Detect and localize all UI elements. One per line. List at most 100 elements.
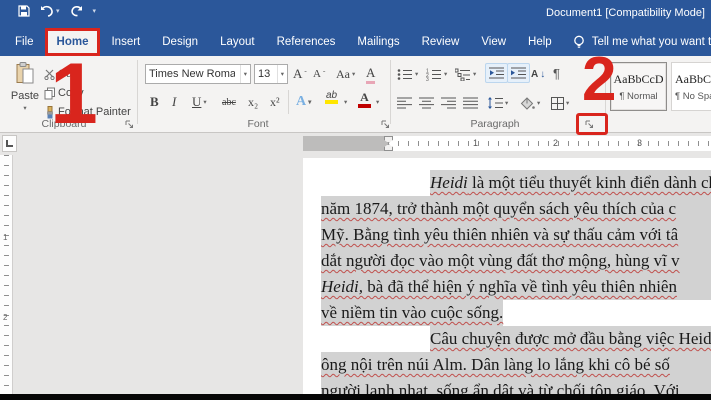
document-area: 12 Heidi là một tiểu thuyết kinh điển dà…: [0, 155, 711, 394]
window-title: Document1 [Compatibility Mode]: [546, 7, 705, 19]
save-icon[interactable]: [18, 5, 30, 17]
paste-dropdown-icon[interactable]: ▾: [23, 104, 26, 112]
underline-button[interactable]: U▾: [192, 92, 207, 112]
tab-mailings[interactable]: Mailings: [346, 28, 410, 56]
sort-button[interactable]: A↓: [531, 64, 545, 84]
redo-icon[interactable]: [70, 5, 83, 17]
tab-references[interactable]: References: [266, 28, 347, 56]
paste-button[interactable]: Paste ▾: [10, 62, 40, 112]
font-group-label: Font: [218, 118, 298, 130]
bullets-dropdown-icon: ▾: [415, 70, 418, 78]
tab-selector[interactable]: [2, 135, 17, 152]
annotation-step-1: 1: [50, 56, 98, 133]
quick-access-toolbar: ▾ ▾: [18, 5, 96, 17]
decrease-indent-icon: [489, 67, 504, 79]
clipboard-dialog-launcher[interactable]: [122, 117, 136, 131]
paragraph-group-label: Paragraph: [455, 118, 535, 130]
borders-button[interactable]: ▾: [551, 93, 569, 113]
paste-icon: [15, 62, 35, 86]
first-line-indent: [321, 326, 430, 352]
document-line: ông nội trên núi Alm. Dân làng lo lắng k…: [321, 352, 711, 378]
text-effects-button[interactable]: A▾: [296, 92, 311, 112]
ruler-number: 1: [473, 138, 478, 148]
word-window: ▾ ▾ Document1 [Compatibility Mode] File H…: [0, 0, 711, 400]
bottom-edge: [0, 394, 711, 400]
numbering-icon: 123: [426, 68, 442, 81]
increase-indent-button[interactable]: [507, 63, 530, 83]
style-normal-name: ¶ Normal: [619, 91, 657, 102]
tab-insert[interactable]: Insert: [100, 28, 151, 56]
annotation-box-launcher: [576, 113, 608, 135]
ruler-bar: 1 2 3: [0, 133, 711, 155]
bullets-button[interactable]: ▾: [397, 64, 418, 84]
borders-dropdown-icon: ▾: [566, 99, 569, 107]
annotation-step-2: 2: [582, 52, 616, 108]
style-no-spacing[interactable]: AaBbCcD ¶ No Spaci: [671, 62, 711, 111]
shading-button[interactable]: ▾: [520, 93, 540, 113]
align-right-button[interactable]: [441, 93, 456, 113]
tab-review[interactable]: Review: [411, 28, 471, 56]
document-text: Heidi là một tiểu thuyết kinh điển dành …: [321, 170, 711, 394]
subscript-button[interactable]: x₂: [248, 92, 258, 112]
ruler-number: 3: [637, 138, 642, 148]
tab-file[interactable]: File: [4, 28, 45, 56]
font-size-combobox[interactable]: 13 ▾: [254, 64, 288, 84]
style-normal[interactable]: AaBbCcD ¶ Normal: [610, 62, 667, 111]
tab-stop-icon: [6, 140, 13, 147]
selected-text: người lạnh nhạt, sống ẩn dật và từ chối …: [321, 378, 711, 394]
align-center-button[interactable]: [419, 93, 434, 113]
font-name-combobox[interactable]: Times New Roman ▾: [145, 64, 251, 84]
highlight-button[interactable]: ab: [325, 90, 338, 110]
ruler-ticks: [388, 141, 711, 146]
line-spacing-button[interactable]: ▾: [487, 93, 508, 113]
selected-text: về niềm tin vào cuộc sống.: [321, 300, 503, 326]
tab-layout[interactable]: Layout: [209, 28, 266, 56]
multilevel-list-button[interactable]: ▾: [455, 64, 476, 84]
selected-text: Câu chuyện được mở đầu bằng việc Heidi đ…: [430, 326, 711, 352]
document-line: Heidi là một tiểu thuyết kinh điển dành …: [321, 170, 711, 196]
ruler-number: 1: [3, 233, 7, 242]
justify-icon: [463, 97, 478, 109]
font-color-button[interactable]: A: [358, 90, 371, 110]
tab-help[interactable]: Help: [517, 28, 563, 56]
selected-text: ông nội trên núi Alm. Dân làng lo lắng k…: [321, 352, 711, 378]
ruler-number: 2: [553, 138, 558, 148]
bullets-icon: [397, 68, 413, 81]
vertical-ruler-ticks: [4, 155, 9, 394]
shrink-font-button[interactable]: Aˇ: [313, 64, 325, 84]
selected-text: năm 1874, trở thành một quyển sách yêu t…: [321, 196, 711, 222]
font-color-dropdown-icon[interactable]: ▾: [376, 98, 379, 106]
clear-formatting-button[interactable]: A: [366, 64, 375, 84]
style-no-spacing-name: ¶ No Spaci: [675, 91, 711, 102]
undo-dropdown-icon[interactable]: ▾: [56, 7, 60, 15]
tab-view[interactable]: View: [470, 28, 517, 56]
highlight-dropdown-icon[interactable]: ▾: [344, 98, 347, 106]
customize-qat-icon[interactable]: ▾: [93, 7, 97, 15]
bold-button[interactable]: B: [150, 92, 159, 112]
tab-design[interactable]: Design: [151, 28, 209, 56]
undo-button[interactable]: ▾: [40, 5, 60, 17]
font-color-swatch: [358, 104, 371, 108]
vertical-ruler[interactable]: 12: [0, 155, 13, 394]
increase-indent-icon: [511, 67, 526, 79]
ruler-margin-segment: [303, 136, 388, 151]
align-left-button[interactable]: [397, 93, 412, 113]
change-case-dropdown-icon: ▾: [352, 70, 355, 78]
numbering-button[interactable]: 123 ▾: [426, 64, 447, 84]
style-no-spacing-preview: AaBbCcD: [675, 72, 711, 87]
line-spacing-icon: [487, 97, 503, 109]
font-size-dropdown-icon: ▾: [277, 65, 284, 83]
decrease-indent-button[interactable]: [485, 63, 508, 83]
strikethrough-button[interactable]: abc: [222, 92, 236, 112]
document-page[interactable]: Heidi là một tiểu thuyết kinh điển dành …: [303, 158, 711, 394]
document-line: dắt người đọc vào một vùng đất thơ mộng,…: [321, 248, 711, 274]
show-hide-pilcrow-button[interactable]: ¶: [553, 63, 560, 83]
change-case-button[interactable]: Aa▾: [336, 64, 355, 84]
horizontal-ruler[interactable]: 1 2 3: [303, 136, 711, 151]
superscript-button[interactable]: x²: [270, 92, 280, 112]
align-center-icon: [419, 97, 434, 109]
grow-font-button[interactable]: Aˆ: [293, 64, 307, 84]
italic-button[interactable]: I: [172, 92, 176, 112]
justify-button[interactable]: [463, 93, 478, 113]
ruler-number: 2: [3, 313, 7, 322]
